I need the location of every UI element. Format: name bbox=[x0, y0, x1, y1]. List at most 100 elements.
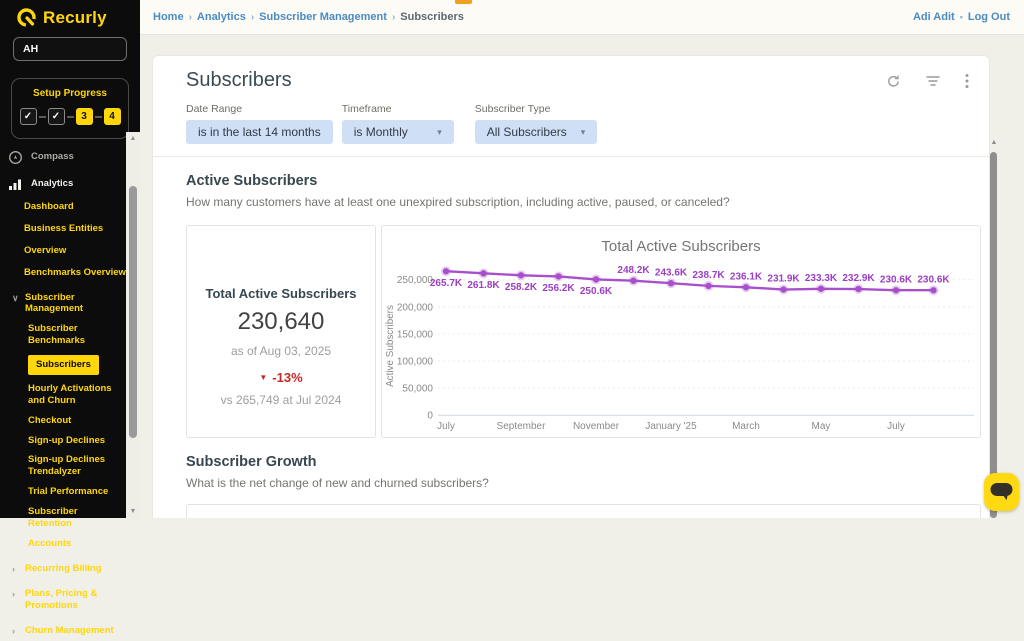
setup-step-3[interactable]: 3 bbox=[75, 108, 93, 125]
step-connector bbox=[94, 115, 102, 118]
recurly-logo[interactable]: Recurly bbox=[0, 0, 140, 28]
breadcrumb-separator: › bbox=[250, 11, 255, 23]
filter-subscriber-type: Subscriber Type All Subscribers ▾ bbox=[463, 103, 598, 144]
user-name-link[interactable]: Adi Adit bbox=[913, 11, 955, 23]
main-scrollbar[interactable]: ▲ bbox=[989, 139, 999, 518]
sidebar-menu: Compass Analytics Dashboard Business Entiti… bbox=[0, 147, 140, 641]
setup-step-4[interactable]: 4 bbox=[103, 108, 121, 125]
sidebar-item-label: Hourly Activations and Churn bbox=[28, 382, 112, 406]
filters-row: Date Range is in the last 14 months Timefr… bbox=[153, 92, 989, 144]
breadcrumb-item-home[interactable]: Home bbox=[153, 11, 184, 23]
down-arrow-icon: ▼ bbox=[259, 373, 268, 382]
svg-text:January '25: January '25 bbox=[645, 421, 697, 432]
sidebar-item-hourly-activations-and-churn[interactable]: Hourly Activations and Churn bbox=[0, 379, 140, 411]
step-connector bbox=[66, 115, 74, 118]
sidebar-item-benchmarks-overview[interactable]: Benchmarks Overview bbox=[0, 263, 140, 283]
chevron-right-icon: › bbox=[12, 588, 15, 599]
kpi-change-value: -13% bbox=[272, 370, 303, 385]
sidebar-item-checkout[interactable]: Checkout bbox=[0, 411, 140, 431]
svg-text:September: September bbox=[497, 421, 547, 432]
chevron-right-icon: › bbox=[12, 625, 15, 636]
scroll-down-icon[interactable]: ▼ bbox=[126, 508, 140, 515]
kpi-title: Total Active Subscribers bbox=[205, 286, 357, 301]
breadcrumb-item-subscriber-management[interactable]: Subscriber Management bbox=[259, 11, 387, 23]
setup-step-complete[interactable]: ✓ bbox=[47, 108, 65, 125]
chart-title: Total Active Subscribers bbox=[601, 238, 761, 255]
sidebar-item-label: Plans, Pricing & Promotions bbox=[25, 587, 98, 611]
svg-text:100,000: 100,000 bbox=[397, 357, 434, 368]
sidebar-item-subscribers[interactable]: Subscribers bbox=[0, 351, 140, 379]
sidebar-item-business-entities[interactable]: Business Entities bbox=[0, 219, 140, 239]
logout-link[interactable]: Log Out bbox=[968, 11, 1010, 23]
sidebar-item-label: Recurring Billing bbox=[25, 562, 102, 574]
sidebar-item-trial-performance[interactable]: Trial Performance bbox=[0, 482, 140, 502]
scroll-up-icon[interactable]: ▲ bbox=[989, 139, 999, 146]
chart-panel: Total Active Subscribers 0 50,000 100,000 1… bbox=[381, 225, 981, 438]
setup-progress-title: Setup Progress bbox=[33, 88, 107, 99]
sidebar-item-recurring-billing[interactable]: › Recurring Billing bbox=[0, 559, 140, 579]
breadcrumb-item-analytics[interactable]: Analytics bbox=[197, 11, 246, 23]
more-options-icon[interactable] bbox=[965, 73, 969, 89]
refresh-icon[interactable] bbox=[886, 74, 901, 89]
card-toolbar bbox=[886, 73, 969, 89]
svg-text:March: March bbox=[732, 421, 760, 432]
sidebar-item-label: Sign-up Declines Trendalyzer bbox=[28, 454, 106, 478]
step-connector bbox=[38, 115, 46, 118]
avatar-label: AH bbox=[23, 43, 39, 55]
active-subscribers-section: Active Subscribers How many customers ha… bbox=[153, 173, 989, 438]
page-title: Subscribers bbox=[186, 69, 292, 91]
account-switcher[interactable]: AH bbox=[13, 37, 127, 61]
orange-notch bbox=[455, 0, 472, 4]
svg-text:July: July bbox=[437, 421, 455, 432]
sidebar-item-overview[interactable]: Overview bbox=[0, 241, 140, 261]
sidebar-scrollbar[interactable]: ▲ ▼ bbox=[126, 132, 140, 518]
active-subscribers-heading: Active Subscribers bbox=[186, 173, 318, 189]
filter-value-text: is in the last 14 months bbox=[198, 125, 321, 139]
filter-date-range: Date Range is in the last 14 months bbox=[186, 103, 333, 144]
main-content: Subscribers Date Range is in the last 14 … bbox=[140, 36, 1024, 518]
setup-step-complete[interactable]: ✓ bbox=[19, 108, 37, 125]
sidebar-item-plans-pricing-promotions[interactable]: › Plans, Pricing & Promotions bbox=[0, 584, 140, 616]
svg-text:July: July bbox=[887, 421, 905, 432]
topbar: Home › Analytics › Subscriber Management › Sub… bbox=[140, 0, 1024, 35]
compass-icon bbox=[8, 150, 23, 164]
sidebar-item-analytics[interactable]: Analytics bbox=[0, 174, 140, 195]
svg-text:230.6K: 230.6K bbox=[917, 274, 950, 285]
sidebar-item-label: Trial Performance bbox=[28, 486, 109, 498]
sidebar-item-label: Benchmarks Overview bbox=[24, 266, 126, 278]
setup-progress-steps: ✓ ✓ 3 4 bbox=[16, 108, 124, 125]
sidebar-scrollbar-thumb[interactable] bbox=[129, 186, 137, 438]
svg-text:50,000: 50,000 bbox=[402, 384, 433, 395]
svg-text:256.2K: 256.2K bbox=[542, 283, 575, 294]
sidebar-item-sign-up-declines-trendalyzer[interactable]: Sign-up Declines Trendalyzer bbox=[0, 450, 140, 482]
sidebar-item-accounts[interactable]: Accounts bbox=[0, 534, 140, 554]
analytics-icon bbox=[8, 177, 23, 191]
svg-text:248.2K: 248.2K bbox=[617, 265, 650, 276]
subscriber-growth-description: What is the net change of new and churne… bbox=[186, 476, 489, 490]
sidebar-item-label: Accounts bbox=[28, 537, 72, 549]
svg-text:233.3K: 233.3K bbox=[805, 273, 838, 284]
sidebar-item-compass[interactable]: Compass bbox=[0, 147, 140, 168]
chevron-down-icon: ▾ bbox=[580, 126, 586, 137]
subscriber-growth-heading: Subscriber Growth bbox=[186, 454, 317, 470]
sidebar-item-subscriber-benchmarks[interactable]: Subscriber Benchmarks bbox=[0, 319, 140, 351]
sidebar-item-subscriber-management[interactable]: ∨ Subscriber Management bbox=[0, 288, 140, 320]
svg-text:200,000: 200,000 bbox=[397, 302, 434, 313]
active-subscribers-description: How many customers have at least one une… bbox=[186, 195, 730, 209]
filter-icon[interactable] bbox=[925, 74, 941, 88]
filter-value-date-range[interactable]: is in the last 14 months bbox=[186, 120, 333, 144]
filter-label: Timeframe bbox=[341, 103, 392, 115]
sidebar-item-churn-management[interactable]: › Churn Management bbox=[0, 621, 140, 641]
sidebar-item-label: Subscriber Benchmarks bbox=[28, 323, 86, 347]
main-scrollbar-thumb[interactable] bbox=[990, 152, 997, 518]
svg-text:Active Subscribers: Active Subscribers bbox=[385, 305, 396, 387]
kpi-as-of: as of Aug 03, 2025 bbox=[230, 344, 332, 358]
scroll-up-icon[interactable]: ▲ bbox=[126, 135, 140, 142]
sidebar-item-dashboard[interactable]: Dashboard bbox=[0, 197, 140, 217]
filter-value-timeframe[interactable]: is Monthly ▾ bbox=[341, 120, 454, 144]
sidebar-item-sign-up-declines[interactable]: Sign-up Declines bbox=[0, 431, 140, 451]
svg-text:265.7K: 265.7K bbox=[430, 278, 463, 289]
chat-launcher-button[interactable] bbox=[984, 473, 1019, 511]
filter-value-subscriber-type[interactable]: All Subscribers ▾ bbox=[474, 120, 598, 144]
filter-value-text: All Subscribers bbox=[486, 125, 567, 139]
